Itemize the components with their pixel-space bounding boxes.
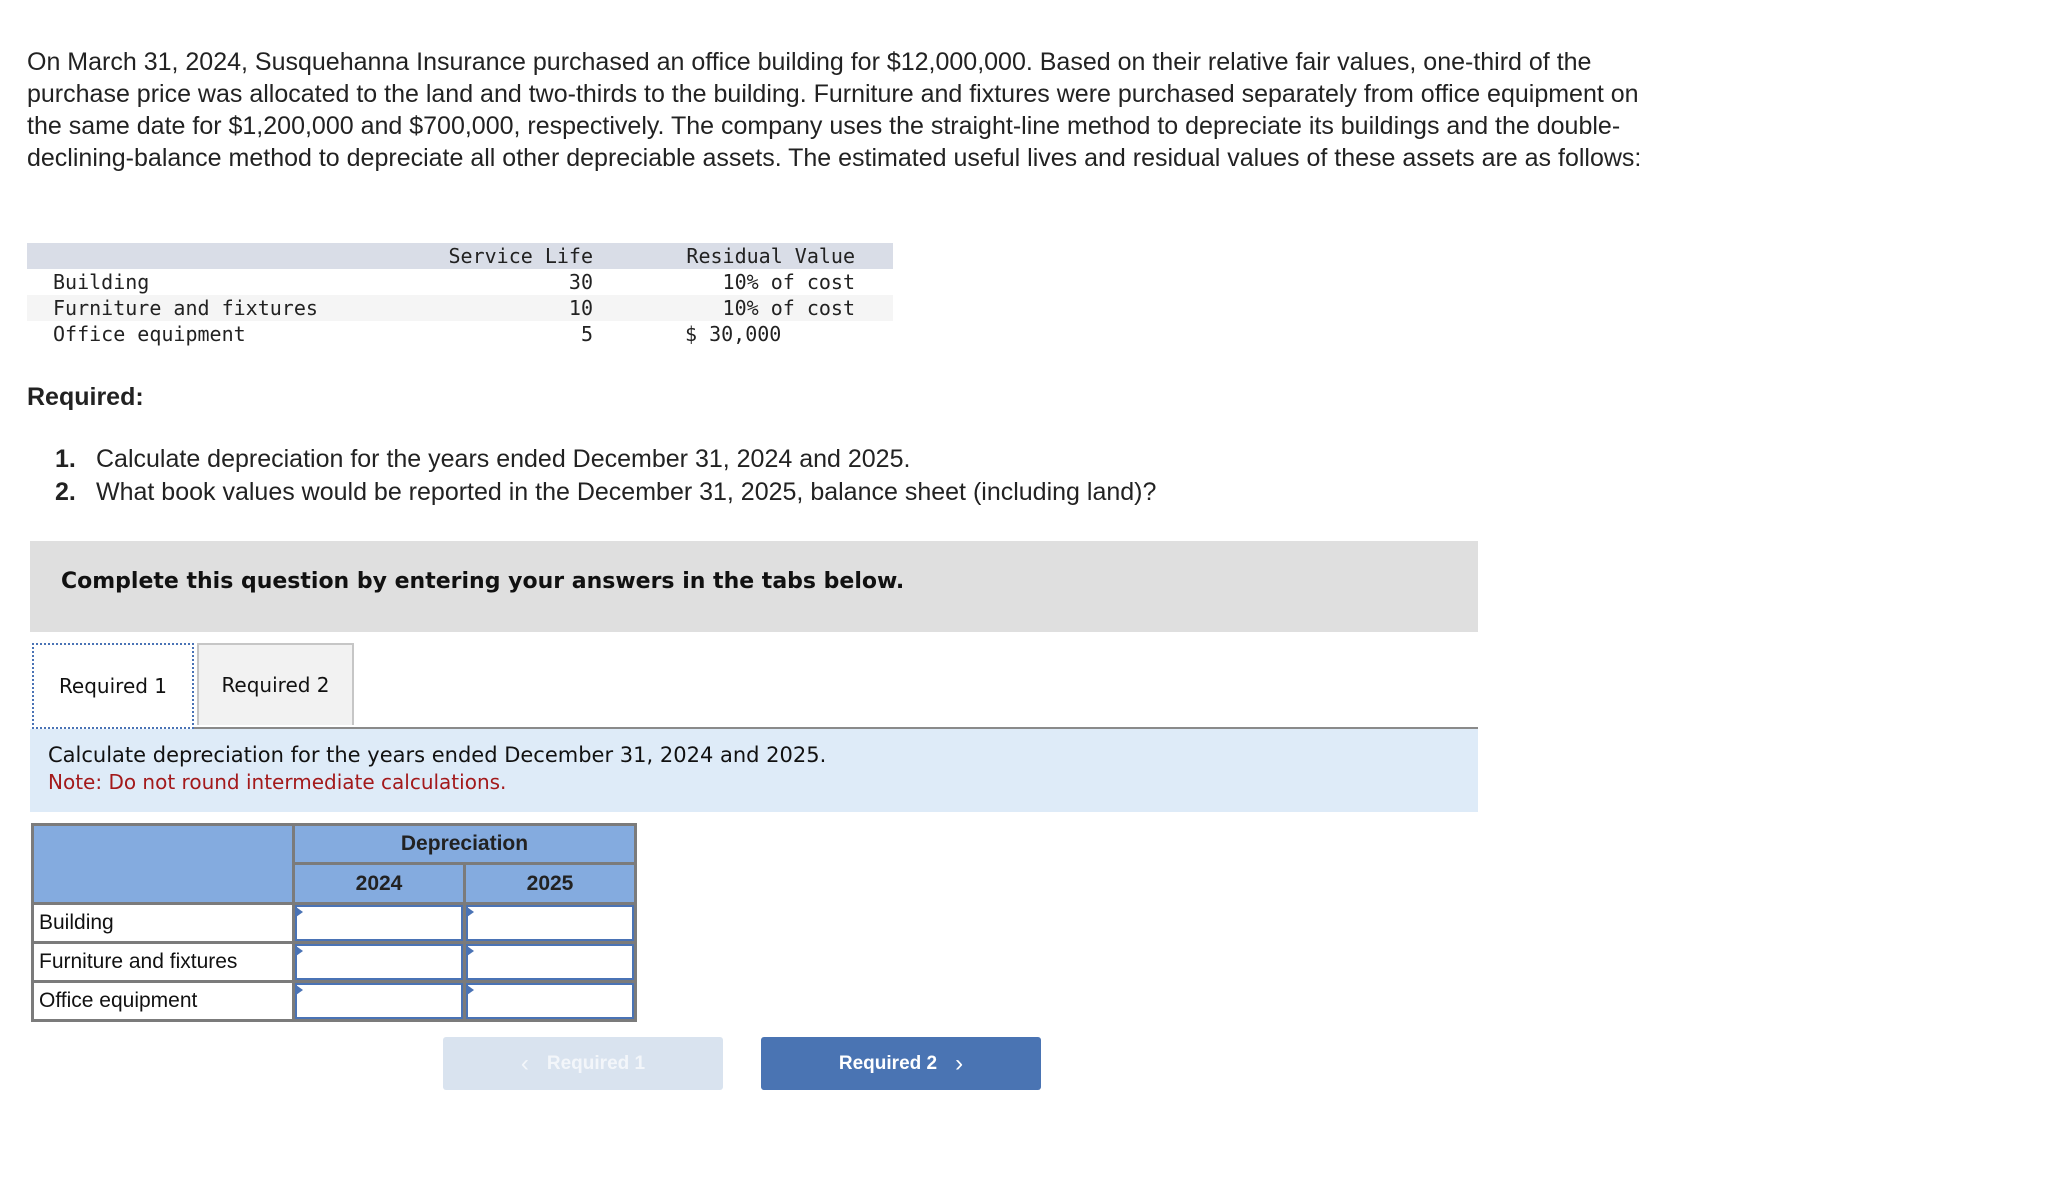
office-equipment-2024-input[interactable] xyxy=(295,983,463,1019)
tab-required-1[interactable]: Required 1 xyxy=(32,643,194,729)
asset-row: Furniture and fixtures 10 10% of cost xyxy=(27,295,893,321)
input-marker-icon xyxy=(296,946,303,956)
asset-name: Furniture and fixtures xyxy=(53,296,318,320)
building-2024-input[interactable] xyxy=(295,905,463,941)
year-header-2025: 2025 xyxy=(463,862,637,905)
next-required-2-button[interactable]: Required 2 › xyxy=(761,1037,1041,1090)
blank-header-cell xyxy=(31,823,295,905)
tab-bar: Required 1 Required 2 xyxy=(32,643,1478,729)
required-list: 1. Calculate depreciation for the years … xyxy=(55,443,1156,509)
service-life: 10 xyxy=(568,296,593,320)
table-row: Office equipment xyxy=(31,980,637,1022)
next-button-label: Required 2 xyxy=(838,1052,938,1074)
prompt-text: Calculate depreciation for the years end… xyxy=(48,743,827,767)
row-label-building: Building xyxy=(31,902,295,944)
prev-required-1-button[interactable]: ‹ Required 1 xyxy=(443,1037,723,1090)
service-life-header: Service Life xyxy=(448,244,594,268)
question-prompt-panel: Calculate depreciation for the years end… xyxy=(30,729,1478,812)
residual-value: $ 30,000 xyxy=(685,322,782,346)
problem-statement: On March 31, 2024, Susquehanna Insurance… xyxy=(27,48,1642,172)
required-item: 1. Calculate depreciation for the years … xyxy=(55,443,1156,476)
input-marker-icon xyxy=(467,985,474,995)
required-item-number: 2. xyxy=(55,478,76,506)
chevron-left-icon: ‹ xyxy=(520,1049,529,1077)
chevron-right-icon: › xyxy=(955,1049,964,1077)
residual-value: 10% of cost xyxy=(722,296,855,320)
row-label-furniture: Furniture and fixtures xyxy=(31,941,295,983)
required-item-text: Calculate depreciation for the years end… xyxy=(96,445,911,473)
input-marker-icon xyxy=(296,985,303,995)
building-2025-input[interactable] xyxy=(466,905,634,941)
furniture-2024-input[interactable] xyxy=(295,944,463,980)
asset-row: Building 30 10% of cost xyxy=(27,269,893,295)
required-item: 2. What book values would be reported in… xyxy=(55,476,1156,509)
input-marker-icon xyxy=(467,946,474,956)
asset-info-table: Service Life Residual Value Building 30 … xyxy=(27,243,893,347)
furniture-2025-input[interactable] xyxy=(466,944,634,980)
required-item-text: What book values would be reported in th… xyxy=(96,478,1157,506)
depreciation-answer-table: Depreciation 2024 2025 Building Furnitur… xyxy=(31,823,637,1022)
asset-row: Office equipment 5 $ 30,000 xyxy=(27,321,893,347)
required-item-number: 1. xyxy=(55,445,76,473)
residual-value-header: Residual Value xyxy=(686,244,855,268)
residual-value: 10% of cost xyxy=(722,270,855,294)
asset-name: Office equipment xyxy=(53,322,246,346)
service-life: 5 xyxy=(580,322,593,346)
asset-name: Building xyxy=(53,270,150,294)
office-equipment-2025-input[interactable] xyxy=(466,983,634,1019)
required-heading: Required: xyxy=(27,383,144,411)
asset-info-header: Service Life Residual Value xyxy=(27,243,893,269)
input-marker-icon xyxy=(296,907,303,917)
tab-required-2[interactable]: Required 2 xyxy=(197,643,354,725)
table-row: Furniture and fixtures xyxy=(31,941,637,983)
year-header-2024: 2024 xyxy=(292,862,466,905)
row-label-office-equipment: Office equipment xyxy=(31,980,295,1022)
input-marker-icon xyxy=(467,907,474,917)
instruction-text: Complete this question by entering your … xyxy=(61,569,905,594)
prev-button-label: Required 1 xyxy=(546,1052,646,1074)
asset-header xyxy=(27,243,433,269)
depreciation-header: Depreciation xyxy=(292,823,637,865)
prompt-note: Note: Do not round intermediate calculat… xyxy=(48,770,507,794)
service-life: 30 xyxy=(568,270,593,294)
table-row: Building xyxy=(31,902,637,944)
instruction-banner: Complete this question by entering your … xyxy=(30,541,1478,632)
